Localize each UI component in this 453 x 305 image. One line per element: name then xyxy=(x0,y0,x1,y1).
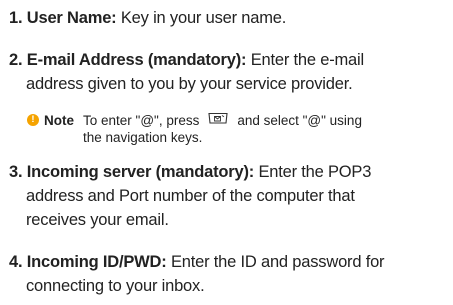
note-label: Note xyxy=(44,113,74,128)
item-term: Incoming server (mandatory): xyxy=(26,163,255,181)
item-description-continued: connecting to your inbox. xyxy=(26,277,205,295)
item-number: 3. xyxy=(9,163,23,181)
item-description: Enter the ID and password for xyxy=(170,253,385,271)
info-icon: ! xyxy=(27,114,39,126)
item-term: User Name: xyxy=(26,9,117,27)
list-item-email-address: 2. E-mail Address (mandatory): Enter the… xyxy=(9,48,364,96)
list-item-user-name: 1. User Name: Key in your user name. xyxy=(9,6,286,30)
item-description-continued: receives your email. xyxy=(26,211,169,229)
note-text-before: To enter "@", press xyxy=(83,113,200,128)
item-description-continued: address and Port number of the computer … xyxy=(26,187,355,205)
item-term: E-mail Address (mandatory): xyxy=(26,51,247,69)
item-description: Enter the POP3 xyxy=(258,163,372,181)
item-number: 1. xyxy=(9,9,23,27)
note-text-line2: the navigation keys. xyxy=(83,130,203,145)
item-term: Incoming ID/PWD: xyxy=(26,253,167,271)
list-item-incoming-server: 3. Incoming server (mandatory): Enter th… xyxy=(9,160,371,232)
item-number: 2. xyxy=(9,51,23,69)
item-description-continued: address given to you by your service pro… xyxy=(26,75,353,93)
list-item-incoming-id-pwd: 4. Incoming ID/PWD: Enter the ID and pas… xyxy=(9,250,385,298)
item-number: 4. xyxy=(9,253,23,271)
note-text: To enter "@", press and select "@" using… xyxy=(83,112,443,146)
item-description: Enter the e-mail xyxy=(250,51,364,69)
note-text-after: and select "@" using xyxy=(237,113,362,128)
message-key-icon xyxy=(207,111,229,129)
document-page: 1. User Name: Key in your user name. 2. … xyxy=(0,0,453,305)
item-description: Key in your user name. xyxy=(120,9,287,27)
